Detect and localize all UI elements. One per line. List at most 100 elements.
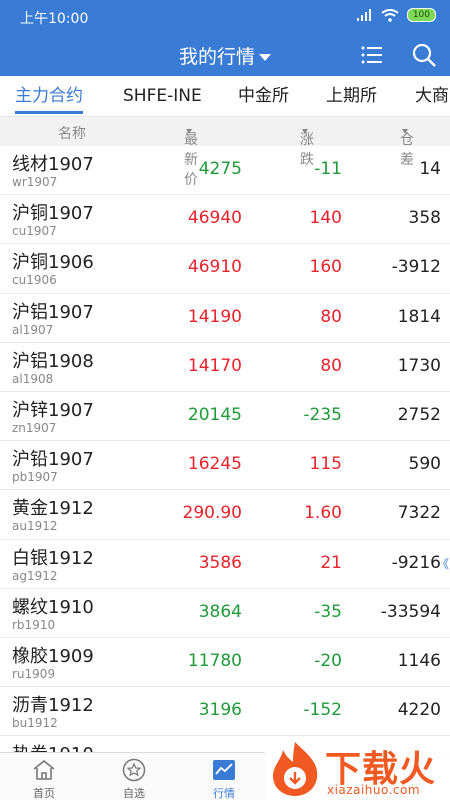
list-menu-icon[interactable] <box>360 43 384 67</box>
contract-name: 沪铅1907 <box>12 449 94 471</box>
tab-main-contracts[interactable]: 主力合约 <box>15 76 83 116</box>
quote-row[interactable]: 沥青1912 bu1912 3196 -152 4220 <box>0 687 450 737</box>
contract-name: 沪锌1907 <box>12 399 94 421</box>
latest-price: 290.90 <box>182 503 242 524</box>
contract-name: 沪铝1908 <box>12 350 94 372</box>
flame-logo-icon <box>273 742 318 796</box>
status-bar: 上午10:00 100 <box>0 0 450 34</box>
battery-icon: 100 <box>406 8 436 22</box>
column-change[interactable]: 涨跌 <box>300 123 314 168</box>
latest-price: 3196 <box>198 700 242 721</box>
contract-code: zn1907 <box>12 420 57 435</box>
contract-code: wr1907 <box>12 175 58 189</box>
tab-watchlist-label: 自选 <box>123 787 145 800</box>
contract-name: 沪铜1906 <box>12 252 94 274</box>
quote-row[interactable]: 白银1912 ag1912 3586 21 -9216 《 <box>0 540 450 589</box>
tab-cffex[interactable]: 中金所 <box>238 76 289 116</box>
contract-name: 沪铜1907 <box>12 203 94 225</box>
quote-row[interactable]: 线材1907 wr1907 4275 -11 14 <box>0 146 450 196</box>
watermark-logo: 下载火 xiazaihuo.com <box>265 738 450 800</box>
chart-icon <box>213 760 235 780</box>
latest-price: 16245 <box>187 454 242 475</box>
quote-row[interactable]: 沪铝1907 al1907 14190 80 1814 <box>0 294 450 343</box>
quote-row[interactable]: 沪锌1907 zn1907 20145 -235 2752 <box>0 392 450 442</box>
contract-code: ru1909 <box>12 666 56 681</box>
exchange-tabs: 主力合约 SHFE-INE 中金所 上期所 大商 <box>0 76 450 116</box>
price-change: 21 <box>320 552 342 573</box>
quote-row[interactable]: 沪铜1906 cu1906 46910 160 -3912 <box>0 244 450 294</box>
tab-home[interactable]: 首页 <box>14 753 74 800</box>
tab-shfe[interactable]: 上期所 <box>326 76 377 116</box>
open-interest-change: 358 <box>408 208 441 229</box>
column-price[interactable]: 最新价 <box>184 123 198 188</box>
contract-code: cu1906 <box>12 273 57 288</box>
price-change: -235 <box>303 404 342 425</box>
signal-icon <box>356 9 371 21</box>
column-open-interest[interactable]: 仓差 <box>400 123 414 168</box>
latest-price: 14170 <box>187 355 242 376</box>
price-change: -20 <box>314 650 342 671</box>
contract-code: au1912 <box>12 519 58 534</box>
open-interest-change: 1730 <box>397 355 441 376</box>
quote-row[interactable]: 螺纹1910 rb1910 3864 -35 -33594 <box>0 589 450 638</box>
nav-bar: 我的行情 <box>0 34 450 76</box>
price-change: 140 <box>309 208 342 229</box>
column-name: 名称 <box>58 126 86 142</box>
contract-code: pb1907 <box>12 470 58 485</box>
tab-home-label: 首页 <box>33 787 55 800</box>
tab-dce[interactable]: 大商 <box>415 76 449 116</box>
open-interest-change: -3912 <box>391 257 441 278</box>
price-change: 160 <box>309 257 342 278</box>
open-interest-change: -33594 <box>380 601 441 622</box>
latest-price: 46910 <box>187 257 242 278</box>
open-interest-change: 2752 <box>397 404 441 425</box>
latest-price: 4275 <box>198 159 242 179</box>
contract-code: ag1912 <box>12 568 58 583</box>
latest-price: 20145 <box>187 404 242 425</box>
price-change: -35 <box>314 601 342 622</box>
contract-code: al1907 <box>12 322 54 337</box>
price-change: 115 <box>309 454 342 475</box>
tab-shfe-ine[interactable]: SHFE-INE <box>123 76 202 116</box>
latest-price: 14190 <box>187 306 242 327</box>
contract-code: al1908 <box>12 371 54 386</box>
open-interest-change: 1146 <box>397 650 441 671</box>
quote-row[interactable]: 沪铜1907 cu1907 46940 140 358 <box>0 195 450 245</box>
open-interest-change: 590 <box>408 454 441 475</box>
search-icon[interactable] <box>411 42 437 68</box>
price-change: 1.60 <box>304 503 342 524</box>
contract-code: bu1912 <box>12 716 58 731</box>
contract-name: 沥青1912 <box>12 695 94 717</box>
contract-name: 线材1907 <box>12 154 94 175</box>
contract-name: 白银1912 <box>12 547 94 569</box>
quote-row[interactable]: 橡胶1909 ru1909 11780 -20 1146 <box>0 638 450 688</box>
contract-name: 热卷1910 <box>12 740 94 752</box>
caret-down-icon <box>259 54 271 61</box>
quote-row[interactable]: 沪铅1907 pb1907 16245 115 590 <box>0 441 450 491</box>
page-title: 我的行情 <box>178 46 255 68</box>
status-icons: 100 <box>356 8 436 22</box>
price-change: 80 <box>320 355 342 376</box>
quote-row[interactable]: 黄金1912 au1912 290.90 1.60 7322 <box>0 490 450 540</box>
open-interest-change: 4220 <box>397 700 441 721</box>
more-columns-icon[interactable]: 《 <box>437 555 449 572</box>
contract-code: cu1907 <box>12 224 57 239</box>
wifi-icon <box>381 8 399 22</box>
tab-watchlist[interactable]: 自选 <box>104 753 164 800</box>
column-header: 名称 最新价 涨跌 仓差 <box>0 116 450 188</box>
latest-price: 46940 <box>187 208 242 229</box>
latest-price: 11780 <box>187 650 242 671</box>
open-interest-change: -9216 <box>391 552 441 573</box>
contract-name: 黄金1912 <box>12 498 94 520</box>
open-interest-change: 14 <box>419 159 441 179</box>
quote-row[interactable]: 沪铝1908 al1908 14170 80 1730 <box>0 343 450 392</box>
tab-quotes[interactable]: 行情 <box>194 753 254 800</box>
open-interest-change: 1814 <box>397 306 441 327</box>
watermark-url: xiazaihuo.com <box>327 783 421 797</box>
star-icon <box>122 758 146 782</box>
contract-name: 橡胶1909 <box>12 645 94 667</box>
status-time: 上午10:00 <box>20 11 89 27</box>
latest-price: 3864 <box>198 601 242 622</box>
price-change: 80 <box>320 306 342 327</box>
contract-code: rb1910 <box>12 617 56 632</box>
